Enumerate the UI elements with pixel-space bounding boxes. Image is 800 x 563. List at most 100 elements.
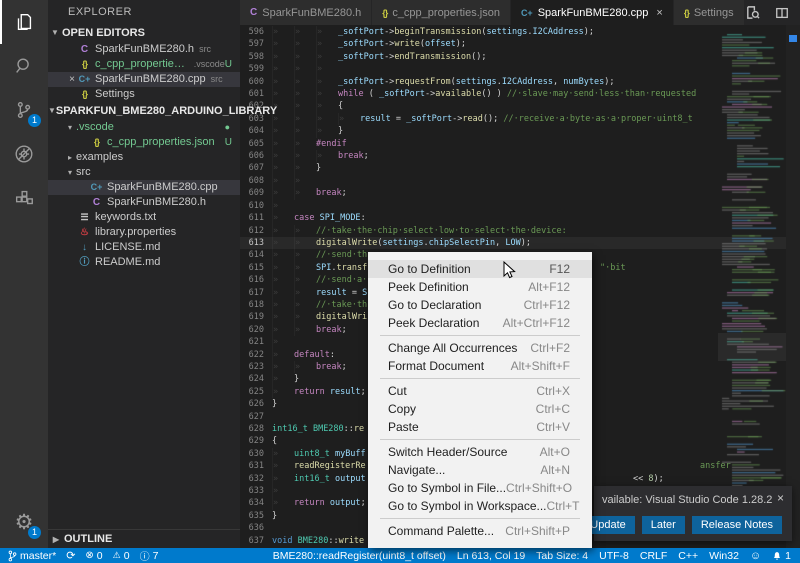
split-editor-button[interactable] [775, 6, 789, 20]
code-line-598[interactable]: 598»»»_softPort->endTransmission(); [240, 51, 786, 63]
status-infos[interactable]: ⓘ7 [140, 548, 159, 563]
file-row-license-md[interactable]: ↓ LICENSE.md [48, 240, 240, 255]
keybinding-label: Alt+F12 [528, 278, 570, 296]
status-notifications-bell[interactable]: 1 [772, 550, 791, 562]
file-row-sparkfunbme280-cpp[interactable]: C+ SparkFunBME280.cpp [48, 180, 240, 195]
menu-item-peek-definition[interactable]: Peek Definition Alt+F12 [368, 278, 592, 296]
code-line-609[interactable]: 609»»break; [240, 187, 786, 199]
status-cursor-position[interactable]: Ln 613, Col 19 [457, 550, 525, 562]
workspace-header[interactable]: ▼ SPARKFUN_BME280_ARDUINO_LIBRARY [48, 102, 240, 120]
close-icon[interactable]: × [777, 491, 784, 505]
status-feedback[interactable]: ☺ [750, 550, 761, 562]
code-line-597[interactable]: 597»»»_softPort->write(offset); [240, 38, 786, 50]
branch-icon [8, 550, 17, 562]
tab-c-cpp-properties-json[interactable]: {}c_cpp_properties.json [372, 0, 511, 25]
menu-item-go-to-declaration[interactable]: Go to Declaration Ctrl+F12 [368, 296, 592, 314]
code-line-596[interactable]: 596»»»_softPort->beginTransmission(setti… [240, 26, 786, 38]
menu-item-go-to-definition[interactable]: Go to Definition F12 [368, 260, 592, 278]
status-warnings[interactable]: ⚠0 [113, 550, 130, 562]
status-git-branch[interactable]: master* [8, 550, 56, 562]
menu-item-format-document[interactable]: Format Document Alt+Shift+F [368, 357, 592, 375]
status-platform[interactable]: Win32 [709, 550, 739, 562]
menu-item-change-all-occurrences[interactable]: Change All Occurrences Ctrl+F2 [368, 339, 592, 357]
keybinding-label: Ctrl+F2 [530, 339, 570, 357]
code-line-607[interactable]: 607»»} [240, 162, 786, 174]
code-line-605[interactable]: 605»»#endif [240, 138, 786, 150]
status-language-mode[interactable]: C++ [678, 550, 698, 562]
line-number: 630 [242, 448, 264, 460]
outline-section-header[interactable]: ▶ OUTLINE [48, 529, 240, 548]
open-editor-sparkfunbme280-h[interactable]: C SparkFunBME280.h src [48, 42, 240, 57]
folder-row-examples[interactable]: ▸ examples [48, 150, 240, 165]
file-row-library-properties[interactable]: ♨ library.properties [48, 225, 240, 240]
open-editor-settings[interactable]: {} Settings [48, 87, 240, 102]
close-icon[interactable]: × [656, 7, 662, 19]
code-line-600[interactable]: 600»»»_softPort->requestFrom(settings.I2… [240, 76, 786, 88]
vscode-window: 1 ⚙1 EXPLORER ▼ OPEN EDITORS C SparkFunB… [0, 0, 800, 563]
code-line-611[interactable]: 611»case SPI_MODE: [240, 212, 786, 224]
activity-extensions[interactable] [0, 176, 48, 220]
later-button[interactable]: Later [642, 516, 685, 534]
line-number: 635 [242, 510, 264, 522]
keybinding-label: Ctrl+V [536, 418, 570, 436]
line-number: 614 [242, 249, 264, 261]
activity-debug[interactable] [0, 132, 48, 176]
menu-item-paste[interactable]: Paste Ctrl+V [368, 418, 592, 436]
menu-item-go-to-symbol-in-file[interactable]: Go to Symbol in File... Ctrl+Shift+O [368, 479, 592, 497]
line-number: 598 [242, 51, 264, 63]
json-file-icon: {} [78, 57, 91, 72]
menu-item-peek-declaration[interactable]: Peek Declaration Alt+Ctrl+F12 [368, 314, 592, 332]
code-line-613[interactable]: 613»»digitalWrite(settings.chipSelectPin… [240, 237, 786, 249]
line-number: 608 [242, 175, 264, 187]
minimap[interactable] [718, 25, 786, 548]
status-sync[interactable]: ⟳ [66, 549, 75, 562]
open-editor-sparkfunbme280-cpp[interactable]: × C+ SparkFunBME280.cpp src [48, 72, 240, 87]
file-row-c-cpp-properties-json[interactable]: {} c_cpp_properties.json U [48, 135, 240, 150]
open-editors-header[interactable]: ▼ OPEN EDITORS [48, 24, 240, 42]
tab-sparkfunbme280-h[interactable]: CSparkFunBME280.h [240, 0, 372, 25]
file-row-keywords-txt[interactable]: ☰ keywords.txt [48, 210, 240, 225]
status-encoding[interactable]: UTF-8 [599, 550, 629, 562]
file-row-sparkfunbme280-h[interactable]: C SparkFunBME280.h [48, 195, 240, 210]
status-current-symbol[interactable]: BME280::readRegister(uint8_t offset) [273, 550, 446, 562]
extensions-icon [13, 187, 35, 209]
minimap-viewport[interactable] [718, 333, 786, 361]
folder-row-src[interactable]: ▾ src [48, 165, 240, 180]
tab-settings[interactable]: {}Settings [674, 0, 745, 25]
tab-sparkfunbme280-cpp[interactable]: C+SparkFunBME280.cpp × [511, 0, 674, 25]
menu-item-copy[interactable]: Copy Ctrl+C [368, 400, 592, 418]
folder-row-vscode[interactable]: ▾ .vscode ● [48, 120, 240, 135]
keybinding-label: Alt+Shift+F [511, 357, 570, 375]
status-indentation[interactable]: Tab Size: 4 [536, 550, 588, 562]
activity-explorer[interactable] [0, 0, 48, 44]
activity-manage[interactable]: ⚙1 [0, 500, 48, 544]
status-errors[interactable]: ⊗0 [85, 550, 102, 562]
open-editor-c-cpp-properties-json[interactable]: {} c_cpp_properties.json .vscode U [48, 57, 240, 72]
open-changes-button[interactable] [745, 5, 760, 20]
code-line-602[interactable]: 602»»»{ [240, 100, 786, 112]
code-line-604[interactable]: 604»»»} [240, 125, 786, 137]
code-line-606[interactable]: 606»»»break; [240, 150, 786, 162]
file-row-readme-md[interactable]: ⓘ README.md [48, 255, 240, 270]
chevron-right-icon: ▶ [48, 535, 64, 544]
menu-item-switch-header-source[interactable]: Switch Header/Source Alt+O [368, 443, 592, 461]
menu-item-go-to-symbol-in-workspace[interactable]: Go to Symbol in Workspace... Ctrl+T [368, 497, 592, 515]
code-line-599[interactable]: 599»»» [240, 63, 786, 75]
json-file-icon: {} [90, 135, 103, 150]
status-eol[interactable]: CRLF [640, 550, 667, 562]
code-line-601[interactable]: 601»»»while ( _softPort->available() ) /… [240, 88, 786, 100]
menu-item-cut[interactable]: Cut Ctrl+X [368, 382, 592, 400]
menu-item-command-palette[interactable]: Command Palette... Ctrl+Shift+P [368, 522, 592, 540]
json-file-icon: {} [382, 8, 387, 18]
keybinding-label: F12 [549, 260, 570, 278]
activity-source-control[interactable]: 1 [0, 88, 48, 132]
release-notes-button[interactable]: Release Notes [692, 516, 782, 534]
menu-item-navigate[interactable]: Navigate... Alt+N [368, 461, 592, 479]
code-line-603[interactable]: 603»»»»result = _softPort->read(); //·re… [240, 113, 786, 125]
code-line-608[interactable]: 608»» [240, 175, 786, 187]
code-line-610[interactable]: 610» [240, 200, 786, 212]
vertical-scrollbar[interactable] [786, 25, 800, 548]
close-icon[interactable]: × [66, 72, 78, 87]
activity-search[interactable] [0, 44, 48, 88]
code-line-612[interactable]: 612»»//·take·the·chip·select·low·to·sele… [240, 225, 786, 237]
